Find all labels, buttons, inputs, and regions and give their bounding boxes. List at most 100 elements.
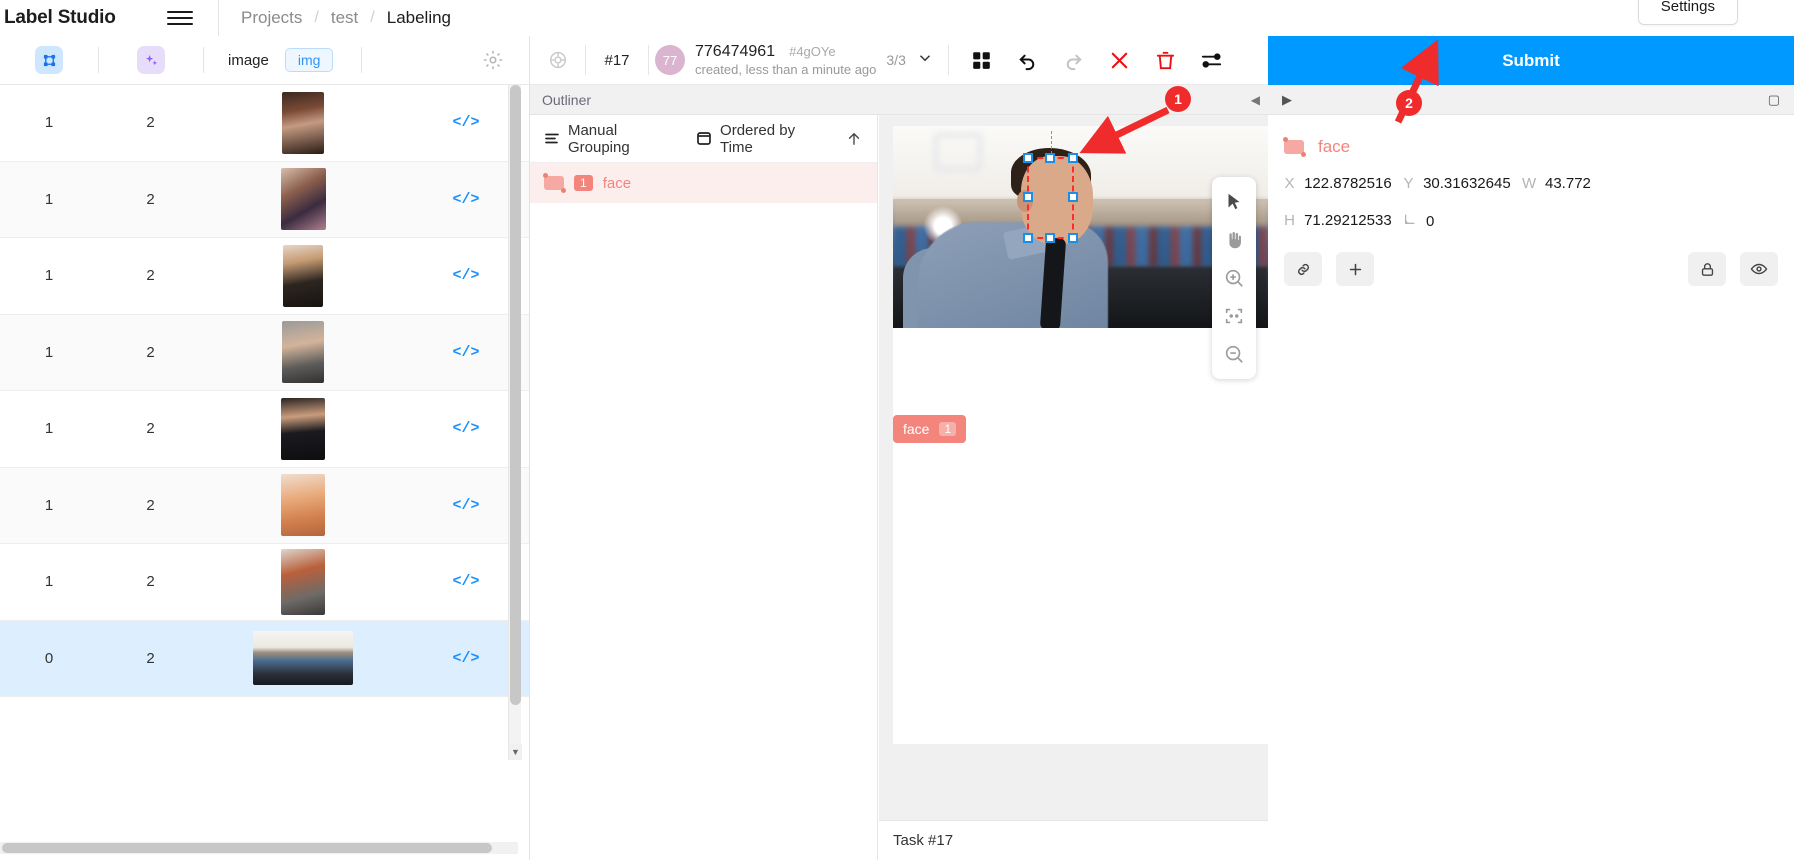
data-table-rows[interactable]: 1 2 </> 1 2 </> 1 2 </> 1 2 </> 1 2 </> … [0, 85, 529, 760]
outliner-title: Outliner [542, 91, 592, 108]
table-row[interactable]: 0 2 </> [0, 620, 529, 697]
task-footer: Task #17 [879, 820, 1268, 860]
label-chip-text: face [903, 421, 930, 437]
hide-region-button[interactable] [1740, 252, 1778, 286]
sort-direction-button[interactable] [845, 130, 863, 148]
code-icon: </> [452, 649, 480, 667]
bbox-handle-se[interactable] [1068, 233, 1078, 243]
row-predictions-count: 2 [146, 267, 155, 285]
outliner-region-item[interactable]: 1 face [530, 163, 877, 203]
coordinate-w[interactable]: W 43.772 [1522, 175, 1637, 192]
zoom-in-icon[interactable] [1214, 259, 1254, 297]
table-row[interactable]: 1 2 </> [0, 544, 529, 621]
labeling-settings-button[interactable] [530, 49, 585, 71]
settings-sliders-icon[interactable] [1193, 41, 1231, 79]
outliner-title-bar: Outliner [530, 85, 1268, 115]
details-panel: Submit ▶ ▢ face X 122.8782516 Y 30.31632… [1268, 36, 1794, 860]
data-table-horizontal-scrollbar[interactable] [0, 842, 518, 854]
image-canvas-area[interactable]: ◀ face 1 [879, 93, 1268, 860]
delete-icon[interactable] [1147, 41, 1185, 79]
fit-to-screen-icon[interactable] [1214, 297, 1254, 335]
column-image-header[interactable]: image img [204, 36, 334, 85]
lock-region-button[interactable] [1688, 252, 1726, 286]
coordinate-value: 0 [1426, 213, 1435, 230]
cursor-tool-icon[interactable] [1214, 183, 1254, 221]
task-id-label: #17 [604, 51, 630, 69]
bbox-handle-s[interactable] [1044, 233, 1055, 243]
table-row[interactable]: 1 2 </> [0, 85, 529, 162]
bbox-handle-sw[interactable] [1023, 233, 1033, 243]
row-thumbnail [203, 631, 403, 686]
breadcrumb-item-projects[interactable]: Projects [241, 8, 302, 28]
table-row[interactable]: 1 2 </> [0, 314, 529, 391]
callout-badge-1: 1 [1165, 86, 1191, 112]
table-row[interactable]: 1 2 </> [0, 238, 529, 315]
row-thumbnail [203, 548, 403, 615]
labeling-panel: #17 77 776474961 #4gOYe created, less th… [530, 36, 1268, 860]
row-predictions-count: 2 [146, 114, 155, 132]
header-divider [361, 47, 363, 73]
bounding-box-region[interactable] [1023, 153, 1078, 243]
table-row[interactable]: 1 2 </> [0, 467, 529, 544]
table-row[interactable]: 1 2 </> [0, 161, 529, 238]
region-shape-icon [543, 173, 566, 193]
row-annotations-count: 1 [44, 343, 54, 361]
collapse-left-icon[interactable]: ◀ [1251, 93, 1260, 107]
coordinate-x[interactable]: X 122.8782516 [1284, 175, 1399, 192]
grouping-label: Manual Grouping [567, 121, 630, 156]
selected-region-label: face [1318, 137, 1351, 156]
scrollbar-thumb[interactable] [510, 85, 521, 705]
bbox-handle-w[interactable] [1023, 192, 1033, 202]
bbox-handle-nw[interactable] [1023, 153, 1033, 163]
coordinate-angle[interactable]: 0 [1403, 212, 1518, 230]
canvas-tools-toolbar [1212, 177, 1256, 379]
chevron-down-icon[interactable] [916, 49, 934, 72]
annotation-hash: #4gOYe [789, 43, 836, 59]
row-annotations-count: 1 [44, 267, 54, 285]
scroll-down-button[interactable]: ▼ [509, 744, 522, 760]
region-label: face [602, 174, 632, 192]
coordinate-h[interactable]: H 71.29212533 [1284, 212, 1399, 230]
grid-view-icon[interactable] [963, 41, 1001, 79]
region-coordinates: X 122.8782516 Y 30.31632645 W 43.772 H 7… [1268, 157, 1794, 230]
ordering-selector[interactable]: Ordered by Time [696, 122, 825, 156]
annotation-meta: 776474961 #4gOYe created, less than a mi… [695, 42, 876, 78]
reset-icon[interactable] [1101, 41, 1139, 79]
table-settings-button[interactable] [457, 36, 529, 85]
table-row[interactable]: 1 2 </> [0, 391, 529, 468]
bbox-handle-ne[interactable] [1068, 153, 1078, 163]
triangle-right-icon[interactable]: ▶ [1282, 92, 1292, 108]
breadcrumb-item-test[interactable]: test [331, 8, 358, 28]
bbox-handle-e[interactable] [1068, 192, 1078, 202]
grouping-selector[interactable]: Manual Grouping [544, 122, 676, 156]
hand-pan-tool-icon[interactable] [1214, 221, 1254, 259]
code-icon: </> [452, 420, 480, 438]
redo-icon[interactable] [1055, 41, 1093, 79]
add-meta-button[interactable] [1336, 252, 1374, 286]
undo-icon[interactable] [1009, 41, 1047, 79]
scrollbar-thumb[interactable] [2, 843, 492, 853]
details-title-bar: ▶ ▢ [1268, 85, 1794, 115]
detail-icon[interactable]: ▢ [1768, 92, 1780, 108]
bbox-handle-n[interactable] [1044, 153, 1055, 163]
callout-badge-2: 2 [1396, 90, 1422, 116]
avatar: 77 [655, 45, 685, 75]
app-logo[interactable]: Label Studio [0, 7, 150, 29]
submit-button[interactable]: Submit [1268, 36, 1794, 85]
column-select-header[interactable] [0, 36, 98, 85]
annotation-header: #17 77 776474961 #4gOYe created, less th… [530, 36, 1268, 85]
column-predictions-header[interactable] [99, 36, 203, 85]
arrow-up-icon [848, 132, 860, 145]
label-selector-chip[interactable]: face 1 [893, 415, 967, 443]
data-table-vertical-scrollbar[interactable]: ▼ [508, 85, 522, 760]
square-box-icon [697, 132, 711, 145]
coordinate-y[interactable]: Y 30.31632645 [1403, 175, 1518, 192]
region-shape-icon [1283, 137, 1306, 157]
code-icon: </> [452, 343, 480, 361]
settings-button[interactable]: Settings [1637, 0, 1738, 25]
zoom-out-icon[interactable] [1214, 335, 1254, 373]
hamburger-icon[interactable] [150, 7, 210, 29]
data-manager-panel: image img 1 2 </> 1 2 </> 1 2 </> 1 2 </… [0, 36, 530, 860]
relation-link-button[interactable] [1284, 252, 1322, 286]
breadcrumb: Projects / test / Labeling [219, 8, 451, 28]
